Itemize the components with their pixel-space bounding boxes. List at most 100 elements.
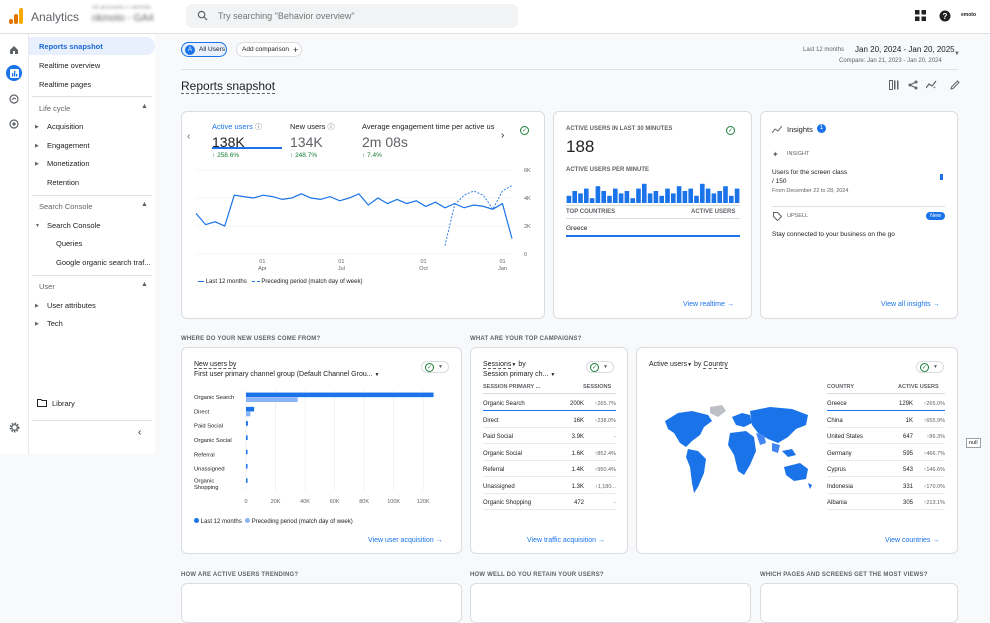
- chevron-up-icon[interactable]: ▲: [141, 281, 148, 288]
- check-circle-icon[interactable]: ✓: [520, 126, 529, 135]
- home-icon[interactable]: [6, 42, 22, 58]
- sidebar-item-realtime-overview[interactable]: Realtime overview: [39, 61, 100, 70]
- search-input[interactable]: [218, 8, 498, 24]
- chevron-left-icon[interactable]: ‹: [187, 131, 190, 142]
- bar-current[interactable]: [246, 449, 248, 455]
- x-tick-label: 120K: [417, 499, 430, 505]
- row-value: 3.9K: [571, 434, 584, 440]
- advertising-icon[interactable]: [6, 116, 22, 132]
- apps-grid-icon[interactable]: [915, 10, 926, 21]
- bar-current[interactable]: [246, 435, 248, 440]
- help-icon[interactable]: ?: [939, 10, 951, 22]
- caret-right-icon[interactable]: ▶: [35, 321, 39, 327]
- customize-report-icon[interactable]: [889, 80, 899, 90]
- table-row[interactable]: Albania 305 ↑213.1%: [827, 496, 945, 510]
- chevron-right-icon[interactable]: ›: [501, 130, 504, 141]
- table-row[interactable]: United States 647 ↑86.3%: [827, 430, 945, 444]
- row-bar: [827, 409, 945, 411]
- row-change: ↑655.9%: [923, 417, 945, 424]
- share-icon[interactable]: [908, 80, 918, 90]
- edit-pencil-icon[interactable]: [950, 80, 960, 90]
- view-realtime-link[interactable]: View realtime →: [683, 301, 734, 308]
- table-row[interactable]: Organic Shopping 472 -: [483, 496, 616, 510]
- all-users-chip[interactable]: A All Users: [181, 42, 227, 57]
- view-countries-link[interactable]: View countries →: [885, 537, 939, 544]
- sidebar-item-realtime-pages[interactable]: Realtime pages: [39, 80, 91, 89]
- date-dropdown-icon[interactable]: ▼: [954, 51, 960, 57]
- view-insights-link[interactable]: View all insights →: [881, 301, 940, 308]
- bar-preceding[interactable]: [246, 397, 298, 402]
- table-row[interactable]: Paid Social 3.9K -: [483, 430, 616, 444]
- bar-current[interactable]: [246, 464, 248, 469]
- row-label: Organic Social: [483, 450, 523, 457]
- table-row[interactable]: China 1K ↑655.9%: [827, 414, 945, 428]
- compare-dropdown[interactable]: ✓ ▼: [586, 361, 614, 373]
- plus-icon: +: [292, 44, 299, 55]
- sidebar-item-user-attributes[interactable]: User attributes: [47, 301, 96, 310]
- view-user-acquisition-link[interactable]: View user acquisition →: [368, 537, 443, 544]
- compare-dropdown[interactable]: ✓ ▼: [916, 361, 944, 373]
- sidebar-item-search-console[interactable]: Search Console: [47, 221, 100, 230]
- explore-icon[interactable]: [6, 91, 22, 107]
- collapse-sidebar-icon[interactable]: ‹: [138, 427, 141, 438]
- caret-right-icon[interactable]: ▶: [35, 303, 39, 309]
- bar-current[interactable]: [246, 406, 255, 412]
- sidebar-item-queries[interactable]: Queries: [56, 239, 82, 248]
- account-selector[interactable]: All accounts > nkmoto nkmoto - GA4: [92, 5, 176, 29]
- table-row[interactable]: Indonesia 331 ↑170.0%: [827, 480, 945, 494]
- caret-right-icon[interactable]: ▶: [35, 161, 39, 167]
- sidebar-item-acquisition[interactable]: Acquisition: [47, 122, 83, 131]
- add-comparison-button[interactable]: Add comparison +: [236, 42, 302, 57]
- table-row[interactable]: Organic Social 1.6K ↑852.4%: [483, 447, 616, 461]
- bar-current[interactable]: [246, 478, 248, 483]
- campaign-dimension-selector[interactable]: Session primary ch... ▼: [483, 371, 555, 378]
- date-range[interactable]: Jan 20, 2024 - Jan 20, 2025: [855, 45, 955, 54]
- table-row[interactable]: Greece 129K ↑265.0%: [827, 397, 945, 411]
- caret-down-icon[interactable]: ▼: [35, 223, 40, 229]
- bar-current[interactable]: [246, 421, 248, 426]
- world-map[interactable]: [660, 403, 820, 503]
- table-row[interactable]: Direct 16K ↑238.0%: [483, 414, 616, 428]
- bar-current[interactable]: [246, 392, 434, 398]
- sessions-title[interactable]: Sessions▼ by: [483, 361, 526, 369]
- category-label: Direct: [194, 409, 210, 415]
- sidebar-item-monetization[interactable]: Monetization: [47, 159, 90, 168]
- country-title[interactable]: Active users▼ by Country: [649, 361, 728, 369]
- y-tick-label: 0: [524, 252, 527, 258]
- insight-text[interactable]: Users for the screen class: [772, 169, 847, 176]
- sidebar-item-engagement[interactable]: Engagement: [47, 141, 90, 150]
- compare-dropdown[interactable]: ✓ ▼: [421, 361, 449, 373]
- table-row[interactable]: Cyprus 543 ↑146.6%: [827, 463, 945, 477]
- account-brand[interactable]: emoto: [961, 12, 976, 18]
- bar: [624, 191, 630, 203]
- view-traffic-acquisition-link[interactable]: View traffic acquisition →: [527, 537, 605, 544]
- section-life-cycle[interactable]: Life cycle: [39, 104, 70, 113]
- caret-right-icon[interactable]: ▶: [35, 143, 39, 149]
- dimension-selector[interactable]: First user primary channel group (Defaul…: [194, 371, 380, 378]
- upsell-text[interactable]: Stay connected to your business on the g…: [772, 231, 895, 238]
- sidebar-item-organic-search-traffic[interactable]: Google organic search traf...: [56, 258, 151, 267]
- table-row[interactable]: Germany 595 ↑466.7%: [827, 447, 945, 461]
- sidebar-item-library[interactable]: Library: [52, 399, 75, 408]
- sidebar-item-reports-snapshot[interactable]: Reports snapshot: [29, 37, 155, 55]
- reports-icon[interactable]: [6, 65, 22, 81]
- divider: [32, 96, 152, 97]
- bar-preceding[interactable]: [246, 411, 251, 417]
- caret-right-icon[interactable]: ▶: [35, 124, 39, 130]
- settings-gear-icon[interactable]: [6, 419, 22, 435]
- sidebar-item-tech[interactable]: Tech: [47, 319, 63, 328]
- search-bar[interactable]: [186, 4, 518, 28]
- chevron-up-icon[interactable]: ▲: [141, 201, 148, 208]
- sidebar-item-retention[interactable]: Retention: [47, 178, 79, 187]
- row-value: 472: [573, 500, 584, 506]
- table-row[interactable]: Referral 1.4K ↑950.4%: [483, 463, 616, 477]
- insights-trend-icon[interactable]: +: [926, 80, 937, 90]
- check-circle-icon[interactable]: ✓: [726, 126, 735, 135]
- info-icon: ⓘ: [254, 124, 262, 131]
- analytics-logo-icon[interactable]: [9, 8, 23, 24]
- table-row[interactable]: Unassigned 1.3K ↑1,180...: [483, 480, 616, 494]
- chevron-up-icon[interactable]: ▲: [141, 103, 148, 110]
- table-row[interactable]: Organic Search 200K ↑265.7%: [483, 397, 616, 411]
- section-user[interactable]: User: [39, 282, 55, 291]
- section-search-console[interactable]: Search Console: [39, 202, 92, 211]
